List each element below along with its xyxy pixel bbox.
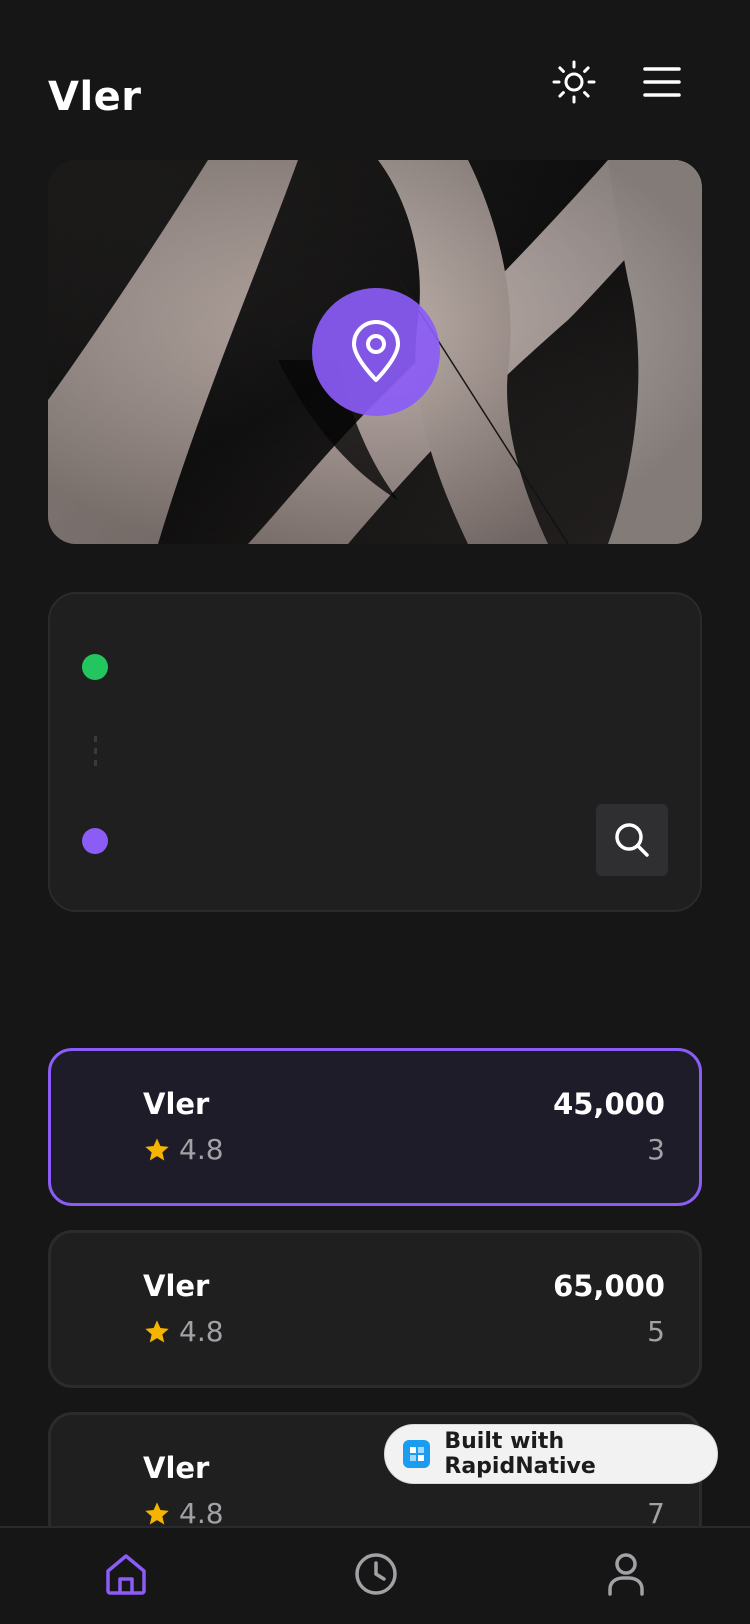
route-connector — [94, 736, 97, 772]
pickup-dot — [82, 654, 108, 680]
ride-option-card[interactable]: Vler 4.8 45,000 3 — [48, 1048, 702, 1206]
search-button[interactable] — [596, 804, 668, 876]
ride-seats: 3 — [647, 1133, 665, 1166]
nav-history[interactable] — [346, 1544, 406, 1604]
rapidnative-logo-icon — [403, 1440, 431, 1468]
clock-icon — [355, 1553, 397, 1595]
search-icon — [615, 823, 649, 857]
star-icon — [145, 1137, 169, 1160]
built-with-badge[interactable]: Built with RapidNative — [384, 1424, 718, 1484]
ride-name: Vler — [143, 1269, 210, 1303]
ride-rating: 4.8 — [143, 1133, 224, 1166]
destination-dot — [82, 828, 108, 854]
badge-label: Built with RapidNative — [444, 1429, 596, 1479]
theme-toggle-button[interactable] — [548, 56, 600, 108]
sun-icon — [552, 60, 596, 104]
ride-price: 65,000 — [553, 1269, 665, 1303]
location-pin-button[interactable] — [312, 288, 440, 416]
user-icon — [608, 1553, 644, 1596]
home-icon — [106, 1554, 146, 1595]
ride-rating: 4.8 — [143, 1315, 224, 1348]
map-pin-icon — [352, 320, 400, 382]
ride-name: Vler — [143, 1451, 210, 1485]
hero-map-image — [48, 160, 702, 544]
rating-value: 4.8 — [179, 1315, 224, 1348]
nav-profile[interactable] — [596, 1544, 656, 1604]
hamburger-menu-icon — [643, 67, 681, 97]
menu-button[interactable] — [638, 56, 686, 108]
ride-name: Vler — [143, 1087, 210, 1121]
star-icon — [145, 1319, 169, 1342]
star-icon — [145, 1501, 169, 1524]
rating-value: 4.8 — [179, 1133, 224, 1166]
ride-price: 45,000 — [553, 1087, 665, 1121]
app-title: Vler — [48, 74, 142, 120]
bottom-nav — [0, 1526, 750, 1624]
ride-seats: 5 — [647, 1315, 665, 1348]
route-card — [48, 592, 702, 912]
nav-home[interactable] — [96, 1544, 156, 1604]
ride-option-card[interactable]: Vler 4.8 65,000 5 — [48, 1230, 702, 1388]
